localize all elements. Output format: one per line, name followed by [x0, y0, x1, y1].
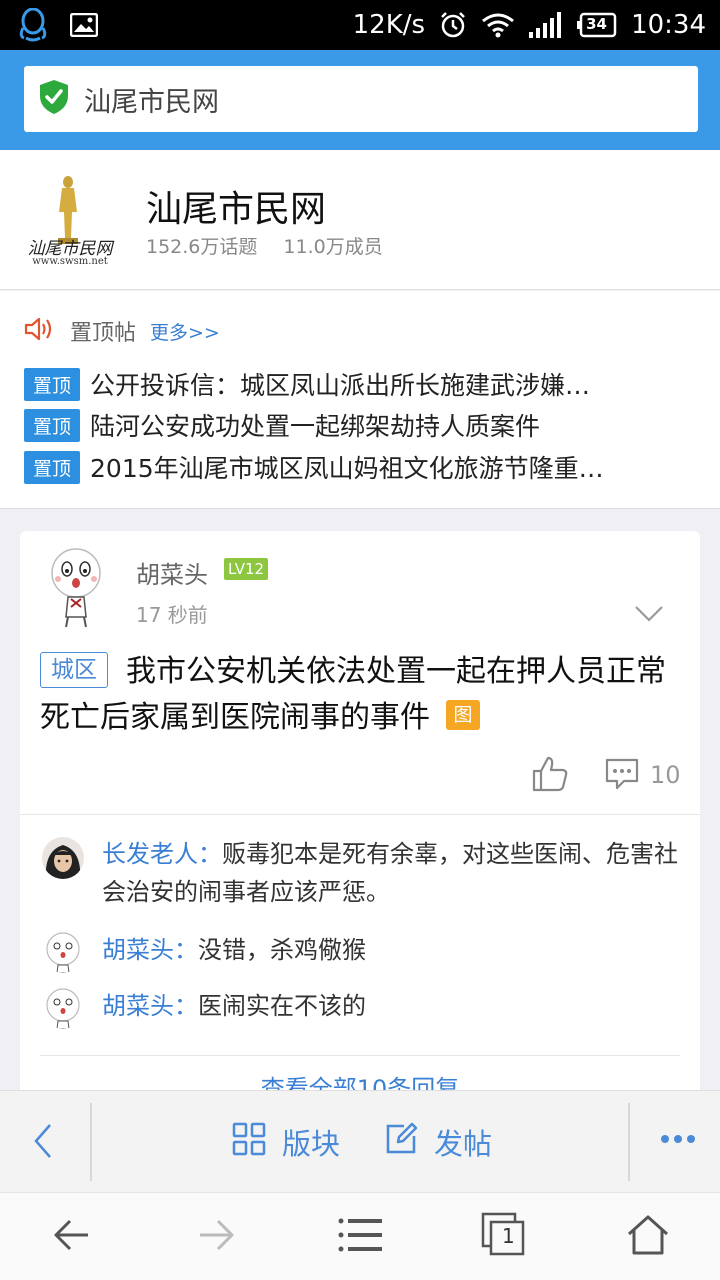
sections-label: 版块 — [282, 1127, 341, 1161]
pinned-item[interactable]: 置顶 公开投诉信：城区凤山派出所长施建武涉嫌… — [24, 365, 696, 403]
wifi-icon — [481, 12, 515, 38]
network-speed: 12K/s — [352, 10, 426, 40]
tabs-icon[interactable]: 1 — [480, 1211, 528, 1259]
more-icon[interactable] — [660, 1127, 696, 1151]
level-badge: LV12 — [224, 558, 269, 580]
pinned-title: 陆河公安成功处置一起绑架劫持人质案件 — [90, 412, 541, 441]
post-title[interactable]: 城区 我市公安机关依法处置一起在押人员正常死亡后家属到医院闹事的事件图 — [40, 649, 686, 741]
post-time: 17 秒前 — [136, 603, 208, 627]
pinned-title: 公开投诉信：城区凤山派出所长施建武涉嫌… — [90, 371, 591, 400]
thumbs-up-icon[interactable] — [530, 754, 570, 794]
pinned-posts: 置顶帖 更多>> 置顶 公开投诉信：城区凤山派出所长施建武涉嫌… 置顶 陆河公安… — [0, 291, 720, 509]
pinned-badge: 置顶 — [24, 450, 81, 484]
pinned-item[interactable]: 置顶 陆河公安成功处置一起绑架劫持人质案件 — [24, 406, 696, 444]
edit-icon — [384, 1122, 418, 1163]
comment-text: 胡菜头：医闹实在不该的 — [102, 992, 366, 1020]
pinned-item[interactable]: 置顶 2015年汕尾市城区凤山妈祖文化旅游节隆重… — [24, 448, 696, 486]
pinned-title: 2015年汕尾市城区凤山妈祖文化旅游节隆重… — [90, 454, 604, 483]
pinned-header: 置顶帖 更多>> — [24, 315, 220, 347]
logo-url: www.swsm.net — [32, 256, 108, 267]
image-tag: 图 — [446, 700, 480, 730]
pinned-label: 置顶帖 — [70, 321, 137, 346]
divider — [628, 1103, 630, 1181]
comment-icon[interactable] — [604, 756, 640, 792]
commenter-name[interactable]: 胡菜头 — [102, 936, 174, 964]
pinned-badge: 置顶 — [24, 367, 81, 401]
back-arrow-icon[interactable] — [48, 1211, 96, 1259]
browser-nav-bar: 1 — [0, 1192, 720, 1280]
shield-check-icon — [38, 79, 70, 119]
comment-item[interactable]: 胡菜头：医闹实在不该的 — [42, 987, 682, 1029]
comment-item[interactable]: 长发老人：贩毒犯本是死有余辜，对这些医闹、危害社会治安的闹事者应该严惩。 — [42, 835, 682, 911]
comment-item[interactable]: 胡菜头：没错，杀鸡儆猴 — [42, 931, 682, 973]
member-count: 11.0万成员 — [283, 236, 383, 258]
menu-icon[interactable] — [336, 1211, 384, 1259]
commenter-avatar[interactable] — [42, 931, 84, 973]
author-avatar[interactable] — [44, 547, 108, 629]
signal-icon — [529, 12, 563, 38]
battery-level: 34 — [586, 15, 607, 33]
commenter-name[interactable]: 长发老人 — [102, 840, 198, 868]
post-author-name[interactable]: 胡菜头 — [136, 555, 208, 590]
commenter-avatar[interactable] — [42, 987, 84, 1029]
divider — [90, 1103, 92, 1181]
status-bar: 12K/s 34 10:34 — [0, 0, 720, 50]
pinned-more-link[interactable]: 更多>> — [150, 318, 220, 345]
new-post-label: 发帖 — [434, 1127, 493, 1161]
forward-arrow-icon[interactable] — [192, 1211, 240, 1259]
category-tag[interactable]: 城区 — [40, 652, 108, 688]
address-bar[interactable]: 汕尾市民网 — [24, 66, 698, 132]
commenter-avatar[interactable] — [42, 837, 84, 879]
divider — [40, 1055, 680, 1056]
forum-name: 汕尾市民网 — [146, 189, 327, 230]
clock: 10:34 — [631, 10, 706, 40]
post-card[interactable]: 胡菜头 LV12 17 秒前 城区 我市公安机关依法处置一起在押人员正常死亡后家属… — [20, 531, 700, 1131]
battery-icon: 34 — [577, 12, 617, 38]
post-title-text: 我市公安机关依法处置一起在押人员正常死亡后家属到医院闹事的事件 — [40, 654, 666, 735]
page-title: 汕尾市民网 — [84, 86, 219, 118]
sections-button[interactable]: 版块 — [232, 1121, 340, 1163]
pinned-badge: 置顶 — [24, 408, 81, 442]
comment-text: 长发老人：贩毒犯本是死有余辜，对这些医闹、危害社会治安的闹事者应该严惩。 — [102, 840, 678, 906]
forum-header: 汕尾市民网 www.swsm.net 汕尾市民网 152.6万话题 11.0万成… — [0, 150, 720, 290]
tab-count: 1 — [502, 1224, 515, 1248]
qq-icon — [18, 8, 48, 42]
chevron-down-icon[interactable] — [634, 605, 664, 623]
browser-address-area: 汕尾市民网 — [0, 50, 720, 150]
comment-text: 胡菜头：没错，杀鸡儆猴 — [102, 936, 366, 964]
grid-icon — [232, 1122, 266, 1163]
forum-stats: 152.6万话题 11.0万成员 — [146, 232, 383, 259]
commenter-name[interactable]: 胡菜头 — [102, 992, 174, 1020]
forum-toolbar: 版块 发帖 — [0, 1090, 720, 1192]
image-notification-icon — [70, 13, 98, 37]
divider — [20, 814, 700, 815]
home-icon[interactable] — [624, 1211, 672, 1259]
comment-count: 10 — [650, 761, 681, 789]
speaker-icon — [24, 316, 56, 346]
chevron-left-icon[interactable] — [28, 1121, 56, 1161]
topic-count: 152.6万话题 — [146, 236, 258, 258]
new-post-button[interactable]: 发帖 — [384, 1121, 492, 1163]
alarm-icon — [439, 11, 467, 39]
forum-logo[interactable]: 汕尾市民网 www.swsm.net — [22, 170, 118, 268]
